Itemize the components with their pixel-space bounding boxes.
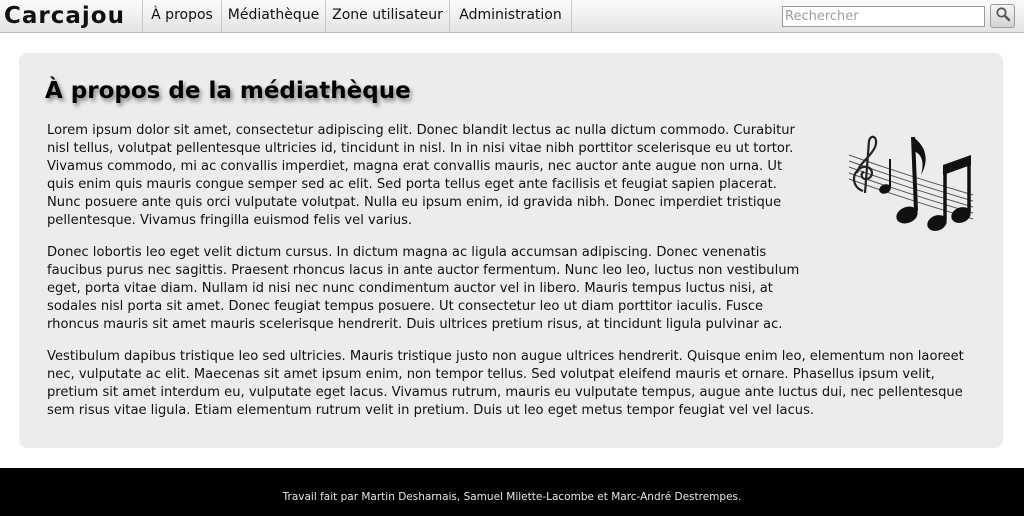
page-title: À propos de la médiathèque bbox=[45, 78, 411, 104]
about-paragraph: Vestibulum dapibus tristique leo sed ult… bbox=[47, 349, 964, 418]
search-input[interactable] bbox=[782, 6, 985, 27]
nav-item-mediatheque[interactable]: Médiathèque bbox=[222, 0, 326, 32]
page-footer: Travail fait par Martin Desharnais, Samu… bbox=[0, 468, 1024, 516]
nav-item-administration[interactable]: Administration bbox=[450, 0, 572, 32]
site-logo[interactable]: Carcajou bbox=[0, 0, 143, 32]
nav-item-zone-utilisateur[interactable]: Zone utilisateur bbox=[326, 0, 450, 32]
top-navbar: Carcajou À propos Médiathèque Zone utili… bbox=[0, 0, 1024, 33]
footer-credits: Travail fait par Martin Desharnais, Samu… bbox=[282, 491, 742, 503]
music-notes-icon bbox=[845, 131, 977, 239]
search-button[interactable] bbox=[990, 4, 1015, 28]
nav-item-a-propos[interactable]: À propos bbox=[143, 0, 222, 32]
about-paragraph: Lorem ipsum dolor sit amet, consectetur … bbox=[47, 123, 795, 228]
about-paragraph: Donec lobortis leo eget velit dictum cur… bbox=[47, 245, 800, 332]
magnifier-icon bbox=[995, 6, 1011, 26]
about-content-card: À propos de la médiathèque Lorem ipsum d… bbox=[19, 53, 1003, 448]
